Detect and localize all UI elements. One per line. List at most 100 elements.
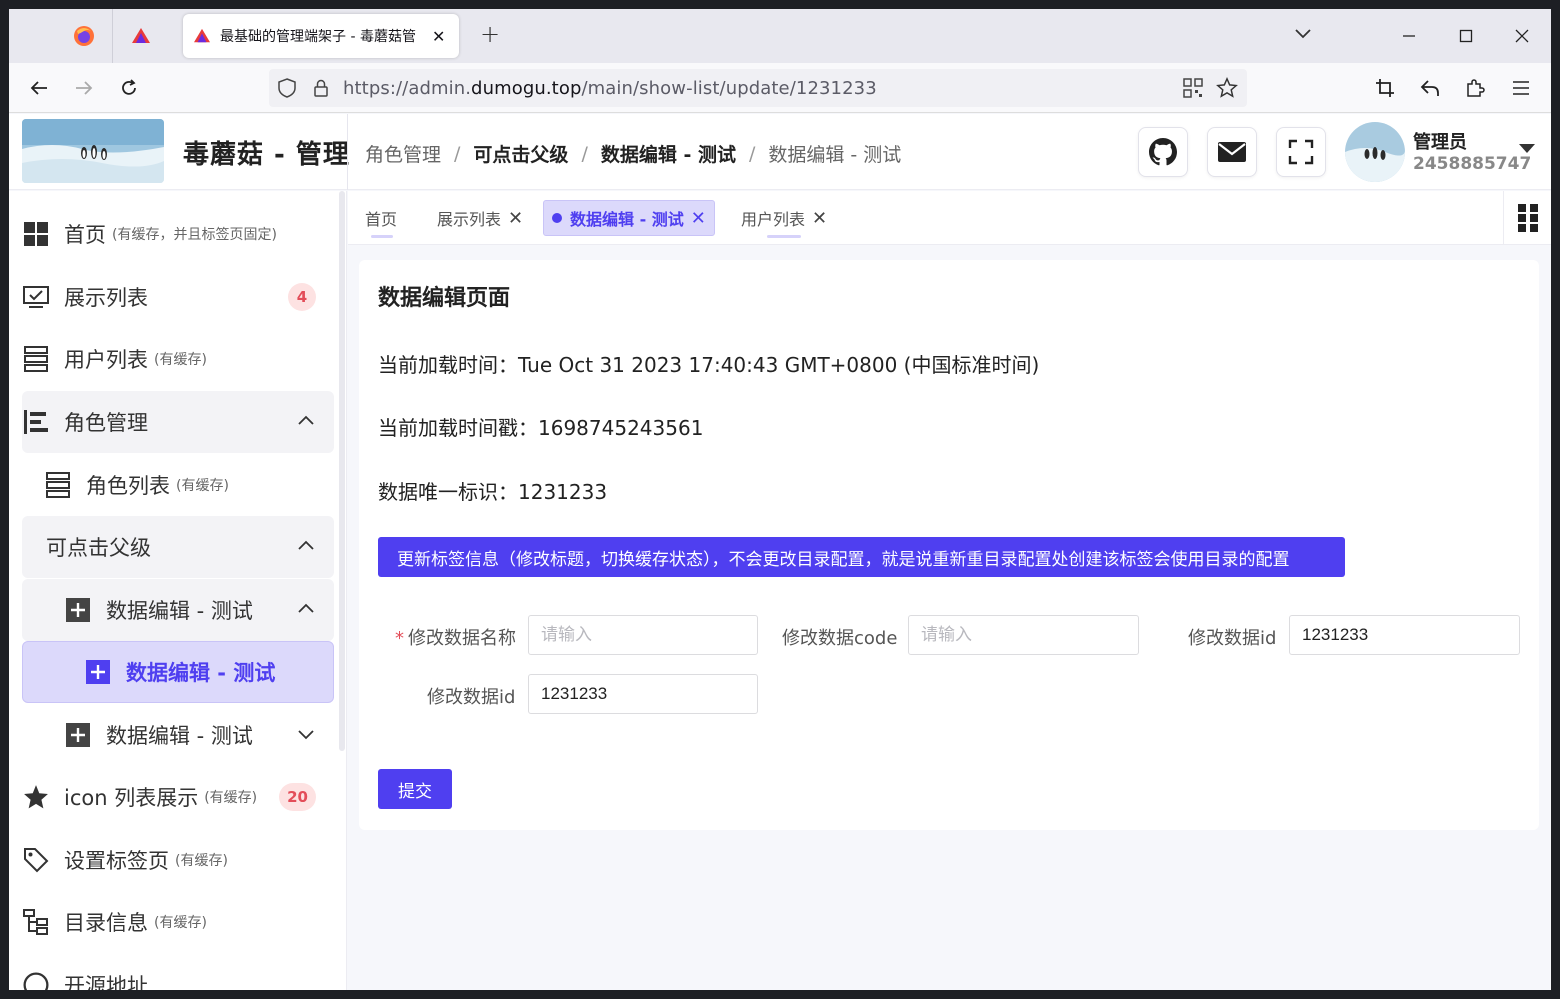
close-icon[interactable]: ✕ — [508, 208, 523, 229]
sidebar-item-home[interactable]: 首页 (有缓存，并且标签页固定) — [22, 203, 334, 265]
pinned-app-tab[interactable] — [112, 9, 168, 63]
chevron-up-icon — [298, 415, 314, 425]
id2-input[interactable] — [528, 674, 758, 714]
reload-button[interactable] — [114, 73, 144, 103]
code-input[interactable] — [908, 615, 1139, 655]
sidebar-scrollbar[interactable] — [339, 191, 345, 751]
chevron-up-icon — [298, 540, 314, 550]
tabs-menu-button[interactable] — [1503, 191, 1551, 245]
sidebar-item-directory-info[interactable]: 目录信息 (有缓存) — [22, 891, 334, 953]
header-divider — [347, 114, 348, 190]
extensions-button[interactable] — [1460, 73, 1490, 103]
caret-down-icon[interactable] — [1519, 144, 1535, 153]
arrow-left-icon — [30, 81, 47, 95]
view-tabs-bar: 首页 展示列表 ✕ 数据编辑 - 测试 ✕ 用户列表 ✕ — [348, 191, 1551, 245]
star-icon — [22, 783, 50, 811]
avatar[interactable] — [1345, 122, 1405, 182]
sidebar-item-role-management[interactable]: 角色管理 — [22, 391, 334, 453]
sidebar-item-data-edit-active[interactable]: 数据编辑 - 测试 — [22, 641, 334, 703]
list-icon — [44, 471, 72, 499]
close-icon[interactable]: ✕ — [691, 208, 706, 229]
browser-tabstrip: 最基础的管理端架子 - 毒蘑菇管 ✕ + — [9, 9, 1551, 63]
monitor-check-icon — [22, 283, 50, 311]
user-name[interactable]: 管理员 — [1413, 128, 1467, 154]
window-close-button[interactable] — [1507, 21, 1537, 51]
load-time-label: 当前加载时间： — [378, 353, 518, 377]
close-tab-icon[interactable]: ✕ — [432, 27, 445, 46]
list-tabs-button[interactable] — [1293, 23, 1313, 47]
hamburger-icon — [1513, 81, 1529, 95]
firefox-tab[interactable] — [56, 9, 112, 63]
fullscreen-icon — [1288, 139, 1314, 165]
name-input[interactable] — [528, 615, 758, 655]
tab-home[interactable]: 首页 — [357, 200, 405, 238]
tab-user-list[interactable]: 用户列表 ✕ — [733, 200, 835, 238]
sidebar-item-tab-settings[interactable]: 设置标签页 (有缓存) — [22, 829, 334, 891]
active-browser-tab[interactable]: 最基础的管理端架子 - 毒蘑菇管 ✕ — [183, 14, 459, 58]
undo-button[interactable] — [1415, 73, 1445, 103]
back-button[interactable] — [24, 73, 54, 103]
breadcrumb: 角色管理 / 可点击父级 / 数据编辑 - 测试 / 数据编辑 - 测试 — [365, 140, 901, 167]
maximize-button[interactable] — [1451, 21, 1481, 51]
sidebar-item-show-list[interactable]: 展示列表 4 — [22, 266, 334, 328]
code-field-label: 修改数据code — [782, 628, 898, 649]
url-bar[interactable]: https://admin.dumogu.top/main/show-list/… — [269, 69, 1247, 107]
breadcrumb-item[interactable]: 可点击父级 — [473, 140, 568, 167]
screenshot-button[interactable] — [1370, 73, 1400, 103]
breadcrumb-current: 数据编辑 - 测试 — [768, 144, 902, 166]
breadcrumb-separator: / — [581, 142, 588, 165]
sidebar: 首页 (有缓存，并且标签页固定) 展示列表 4 用户列表 (有缓存) 角色管理 … — [9, 191, 347, 990]
sidebar-item-label: 用户列表 — [64, 348, 148, 372]
breadcrumb-item[interactable]: 角色管理 — [365, 140, 441, 167]
sidebar-item-data-edit-collapsed[interactable]: 数据编辑 - 测试 — [22, 704, 334, 766]
unique-id-row: 数据唯一标识：1231233 — [378, 476, 607, 505]
count-badge: 20 — [279, 783, 316, 811]
page-title: 数据编辑页面 — [378, 286, 511, 311]
tab-label: 数据编辑 - 测试 — [570, 210, 684, 229]
load-time-value: Tue Oct 31 2023 17:40:43 GMT+0800 (中国标准时… — [518, 353, 1040, 377]
sidebar-item-note: (有缓存) — [154, 915, 207, 931]
unique-id-value: 1231233 — [518, 480, 608, 504]
sidebar-item-label: 角色管理 — [64, 411, 148, 435]
mail-button[interactable] — [1207, 127, 1257, 177]
logo-image — [22, 119, 164, 183]
tab-data-edit[interactable]: 数据编辑 - 测试 ✕ — [543, 200, 715, 236]
new-tab-button[interactable]: + — [475, 20, 505, 48]
sidebar-item-data-edit-group[interactable]: 数据编辑 - 测试 — [22, 579, 334, 641]
forward-button[interactable] — [69, 73, 99, 103]
sidebar-item-label: 数据编辑 - 测试 — [106, 724, 253, 748]
sidebar-item-clickable-parent[interactable]: 可点击父级 — [22, 516, 334, 578]
fullscreen-button[interactable] — [1276, 127, 1326, 177]
bookmark-star-icon[interactable] — [1215, 76, 1239, 100]
undo-icon — [1420, 80, 1439, 96]
sidebar-item-role-list[interactable]: 角色列表 (有缓存) — [22, 454, 334, 516]
qr-code-icon[interactable] — [1181, 76, 1205, 100]
submit-button[interactable]: 提交 — [378, 769, 452, 809]
sidebar-item-user-list[interactable]: 用户列表 (有缓存) — [22, 328, 334, 390]
minimize-button[interactable] — [1394, 21, 1424, 51]
sidebar-item-note: (有缓存，并且标签页固定) — [112, 227, 277, 243]
tab-show-list[interactable]: 展示列表 ✕ — [429, 200, 531, 236]
close-icon[interactable]: ✕ — [812, 208, 827, 229]
sidebar-item-open-source[interactable]: 开源地址 — [22, 954, 334, 990]
menu-button[interactable] — [1506, 73, 1536, 103]
id2-field-label: 修改数据id — [427, 687, 516, 708]
app-root: 毒蘑菇 - 管理 角色管理 / 可点击父级 / 数据编辑 - 测试 / 数据编辑… — [9, 114, 1551, 990]
app-title: 毒蘑菇 - 管理 — [183, 140, 350, 170]
puzzle-icon — [1467, 79, 1485, 97]
mushroom-logo-icon — [193, 28, 211, 44]
update-tab-info-button[interactable]: 更新标签信息（修改标题，切换缓存状态），不会更改目录配置，就是说重新重目录配置处… — [378, 537, 1345, 577]
content-card: 数据编辑页面 当前加载时间：Tue Oct 31 2023 17:40:43 G… — [359, 260, 1539, 830]
firefox-icon — [74, 26, 94, 46]
id-input[interactable] — [1289, 615, 1520, 655]
lock-icon[interactable] — [309, 76, 333, 100]
sidebar-item-icon-list[interactable]: icon 列表展示 (有缓存) 20 — [22, 766, 334, 828]
close-icon — [1515, 29, 1529, 43]
load-time-row: 当前加载时间：Tue Oct 31 2023 17:40:43 GMT+0800… — [378, 349, 1039, 378]
chevron-down-icon — [298, 730, 314, 740]
shield-icon[interactable] — [275, 76, 299, 100]
sidebar-item-label: 可点击父级 — [46, 536, 151, 560]
github-button[interactable] — [1138, 127, 1188, 177]
reload-icon — [122, 79, 136, 95]
breadcrumb-item[interactable]: 数据编辑 - 测试 — [601, 140, 736, 167]
